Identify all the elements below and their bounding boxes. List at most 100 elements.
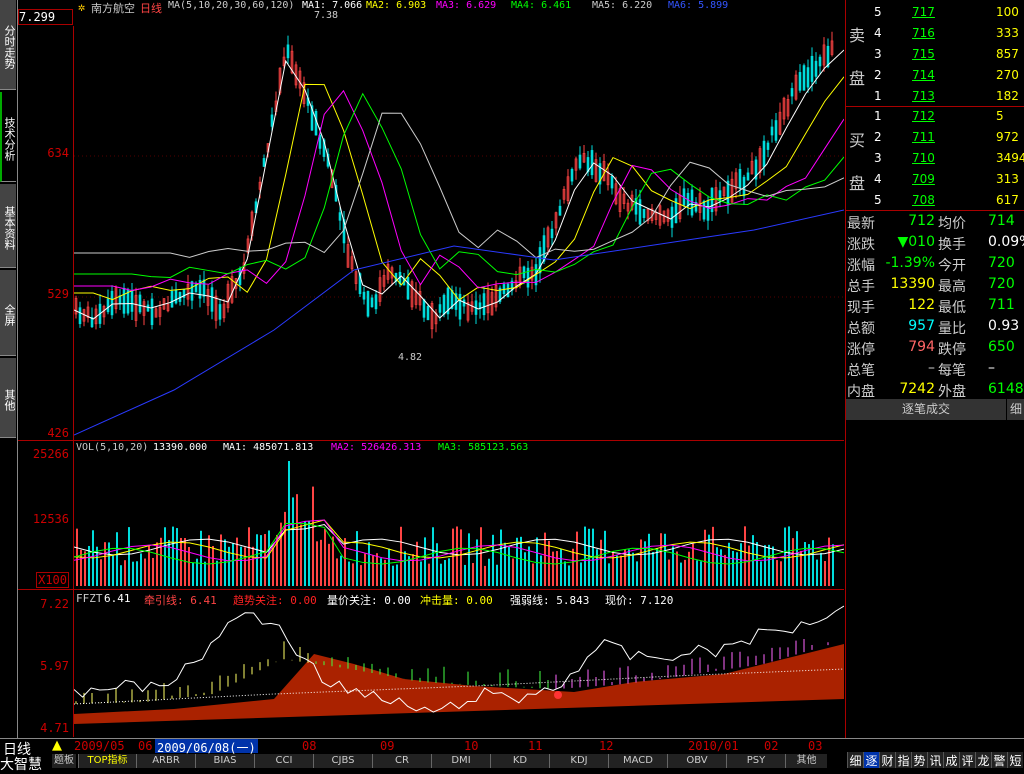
quote-label: 今开 — [938, 258, 966, 274]
indicator-tab[interactable]: DMI — [431, 754, 490, 768]
buy-row[interactable]: 1 712 5 — [846, 106, 1024, 127]
buy-row[interactable]: 3 710 3494 — [846, 148, 1024, 169]
sell-row[interactable]: 3 715 857 — [846, 44, 1024, 65]
volume-bar — [524, 552, 526, 586]
tab-timeshare[interactable]: 分时走势 — [0, 0, 16, 90]
volume-bar — [124, 560, 126, 586]
volume-bar — [204, 561, 206, 586]
quote-value: 711 — [988, 297, 1015, 313]
side-tab[interactable]: 指 — [895, 752, 911, 768]
price-candle — [78, 307, 82, 325]
chart-area: 7.299 ✲ 南方航空 日线 MA(5,10,20,30,60,120) MA… — [18, 0, 844, 738]
side-tab[interactable]: 龙 — [975, 752, 991, 768]
side-tab[interactable]: 短 — [1007, 752, 1023, 768]
price-candle — [150, 298, 154, 326]
quote-value: 0.93 — [988, 318, 1020, 334]
ffzt-chart[interactable] — [74, 604, 844, 737]
volume-bar — [156, 542, 158, 586]
side-tab[interactable]: 警 — [991, 752, 1007, 768]
volume-bar — [756, 542, 758, 586]
indicator-tab[interactable]: KDJ — [549, 754, 608, 768]
indicator-tab[interactable]: MACD — [608, 754, 667, 768]
price-candle — [746, 172, 750, 181]
board-tab[interactable]: 题板 — [52, 754, 76, 768]
price-chart[interactable] — [74, 10, 844, 440]
indicator-tab[interactable]: CR — [372, 754, 431, 768]
divider — [18, 589, 844, 590]
sell-row[interactable]: 5 717 100 — [846, 2, 1024, 23]
volume-bar — [808, 544, 810, 586]
triangle-up-icon[interactable]: ▲ — [52, 738, 62, 753]
date-label: 02 — [764, 739, 779, 753]
price-candle — [738, 168, 742, 189]
volume-bar — [316, 541, 318, 586]
side-tab[interactable]: 财 — [879, 752, 895, 768]
indicator-tab[interactable]: BIAS — [195, 754, 254, 768]
sell-row[interactable]: 2 714 270 — [846, 65, 1024, 86]
price-candle — [366, 291, 370, 317]
volume-bar — [668, 559, 670, 586]
quote-label: 换手 — [938, 237, 966, 253]
indicator-tab[interactable]: KD — [490, 754, 549, 768]
sell-row[interactable]: 1 713 182 — [846, 86, 1024, 107]
price-candle — [202, 279, 206, 297]
indicator-tab[interactable]: CJBS — [313, 754, 372, 768]
quote-label: 内盘 — [847, 384, 875, 400]
volume-bar — [820, 552, 822, 586]
side-tab[interactable]: 逐 — [863, 752, 879, 768]
volume: 617 — [996, 193, 1019, 207]
indicator-tab[interactable]: PSY — [726, 754, 785, 768]
volume-bar — [216, 560, 218, 586]
volume-bar — [416, 541, 418, 586]
buy-row[interactable]: 5 708 617 — [846, 190, 1024, 211]
side-tab[interactable]: 讯 — [927, 752, 943, 768]
tab-fundamentals[interactable]: 基本资料 — [0, 184, 16, 268]
buy-row[interactable]: 2 711 972 — [846, 127, 1024, 148]
price-candle — [802, 65, 806, 91]
volume: 5 — [996, 109, 1004, 123]
indicator-tab[interactable]: OBV — [667, 754, 726, 768]
side-tab[interactable]: 成 — [943, 752, 959, 768]
buy-row[interactable]: 4 709 313 — [846, 169, 1024, 190]
quote-value: 957 — [908, 318, 935, 334]
volume-bar — [500, 529, 502, 586]
volume-bar — [504, 542, 506, 586]
tab-other[interactable]: 其他 — [0, 358, 16, 438]
trade-tab[interactable]: 逐笔成交 — [846, 399, 1006, 420]
side-tab[interactable]: 细 — [847, 752, 863, 768]
volume-bar — [484, 565, 486, 586]
volume-bar — [688, 551, 690, 586]
volume-bar — [828, 537, 830, 586]
volume-chart[interactable] — [74, 452, 844, 588]
volume-bar — [572, 548, 574, 586]
price-candle — [642, 208, 646, 218]
volume-bar — [308, 521, 310, 586]
price-candle — [442, 294, 446, 315]
indicator-tab[interactable]: TOP指标 — [78, 754, 136, 768]
date-label: 11 — [528, 739, 543, 753]
sell-row[interactable]: 4 716 333 — [846, 23, 1024, 44]
tab-fullscreen[interactable]: 全屏 — [0, 270, 16, 356]
volume-bar — [652, 551, 654, 586]
volume-bar — [388, 548, 390, 586]
price-candle — [762, 140, 766, 168]
level: 5 — [874, 193, 882, 207]
volume-bar — [640, 539, 642, 586]
detail-tab[interactable]: 细 — [1007, 399, 1024, 420]
date-label: 09 — [380, 739, 395, 753]
volume-bar — [472, 563, 474, 586]
price-tick-426: 426 — [47, 426, 69, 440]
side-tab[interactable]: 评 — [959, 752, 975, 768]
volume-bar — [260, 535, 262, 586]
indicator-tab[interactable]: 其他 — [785, 754, 827, 768]
price-candle — [362, 291, 366, 300]
tab-tech-analysis[interactable]: 技术分析 — [0, 92, 16, 182]
volume-bar — [764, 545, 766, 586]
indicator-tab[interactable]: CCI — [254, 754, 313, 768]
volume-bar — [464, 564, 466, 586]
volume-bar — [432, 527, 434, 586]
indicator-tab[interactable]: ARBR — [136, 754, 195, 768]
price-box: 7.299 — [18, 9, 73, 25]
volume-bar — [112, 555, 114, 586]
side-tab[interactable]: 势 — [911, 752, 927, 768]
